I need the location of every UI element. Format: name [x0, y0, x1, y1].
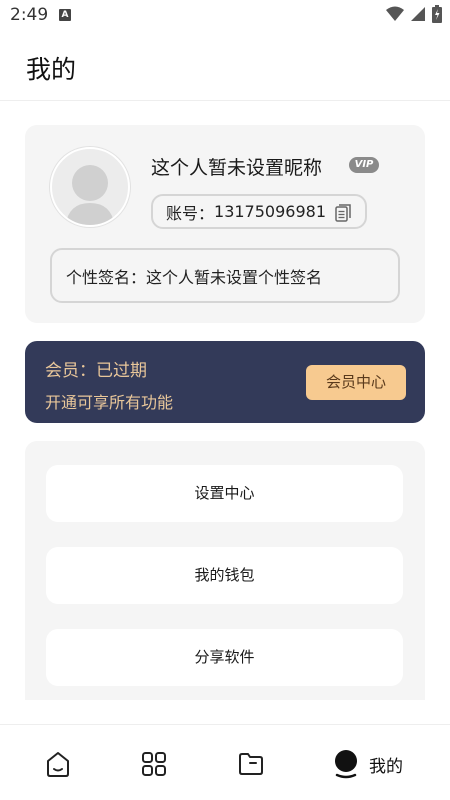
profile-icon	[335, 750, 357, 779]
signature-value: 这个人暂未设置个性签名	[146, 267, 323, 287]
status-bar: 2:49 A	[0, 0, 450, 32]
profile-card: 这个人暂未设置昵称 VIP 账号： 13175096981 个性签名： 这个人暂…	[25, 125, 425, 323]
wifi-icon	[386, 6, 404, 21]
home-icon	[47, 752, 69, 777]
vip-badge: VIP	[349, 157, 379, 173]
apps-grid-icon	[142, 752, 166, 776]
membership-description: 开通可享所有功能	[45, 393, 174, 412]
account-pill: 账号： 13175096981	[151, 194, 367, 229]
notification-badge: A	[59, 9, 71, 21]
signature-label: 个性签名：	[66, 267, 147, 287]
tab-home[interactable]	[44, 748, 72, 780]
folder-icon	[239, 753, 263, 775]
menu-item-settings[interactable]: 设置中心	[46, 465, 403, 522]
signature-box[interactable]: 个性签名： 这个人暂未设置个性签名	[50, 248, 400, 303]
bottom-nav-divider	[0, 724, 450, 725]
tab-mine[interactable]: 我的	[333, 748, 403, 780]
membership-center-button[interactable]: 会员中心	[306, 365, 406, 400]
default-avatar-icon	[65, 165, 115, 225]
avatar[interactable]	[50, 147, 130, 227]
account-label: 账号：	[166, 203, 215, 223]
membership-status: 会员：已过期	[45, 361, 147, 381]
battery-icon	[432, 5, 442, 23]
account-value: 13175096981	[214, 202, 326, 221]
menu-item-share[interactable]: 分享软件	[46, 629, 403, 686]
nickname[interactable]: 这个人暂未设置昵称	[151, 153, 322, 180]
copy-icon[interactable]	[335, 204, 351, 222]
status-icons	[386, 5, 442, 23]
membership-card: 会员：已过期 开通可享所有功能 会员中心	[25, 341, 425, 423]
tab-mine-label: 我的	[369, 756, 403, 777]
header-divider	[0, 100, 450, 101]
menu-panel: 设置中心 我的钱包 分享软件	[25, 441, 425, 700]
cell-signal-icon	[411, 7, 425, 21]
status-time: 2:49	[10, 5, 49, 25]
page-title: 我的	[26, 55, 77, 84]
menu-item-wallet[interactable]: 我的钱包	[46, 547, 403, 604]
tab-files[interactable]	[237, 748, 265, 780]
tab-apps[interactable]	[140, 748, 168, 780]
